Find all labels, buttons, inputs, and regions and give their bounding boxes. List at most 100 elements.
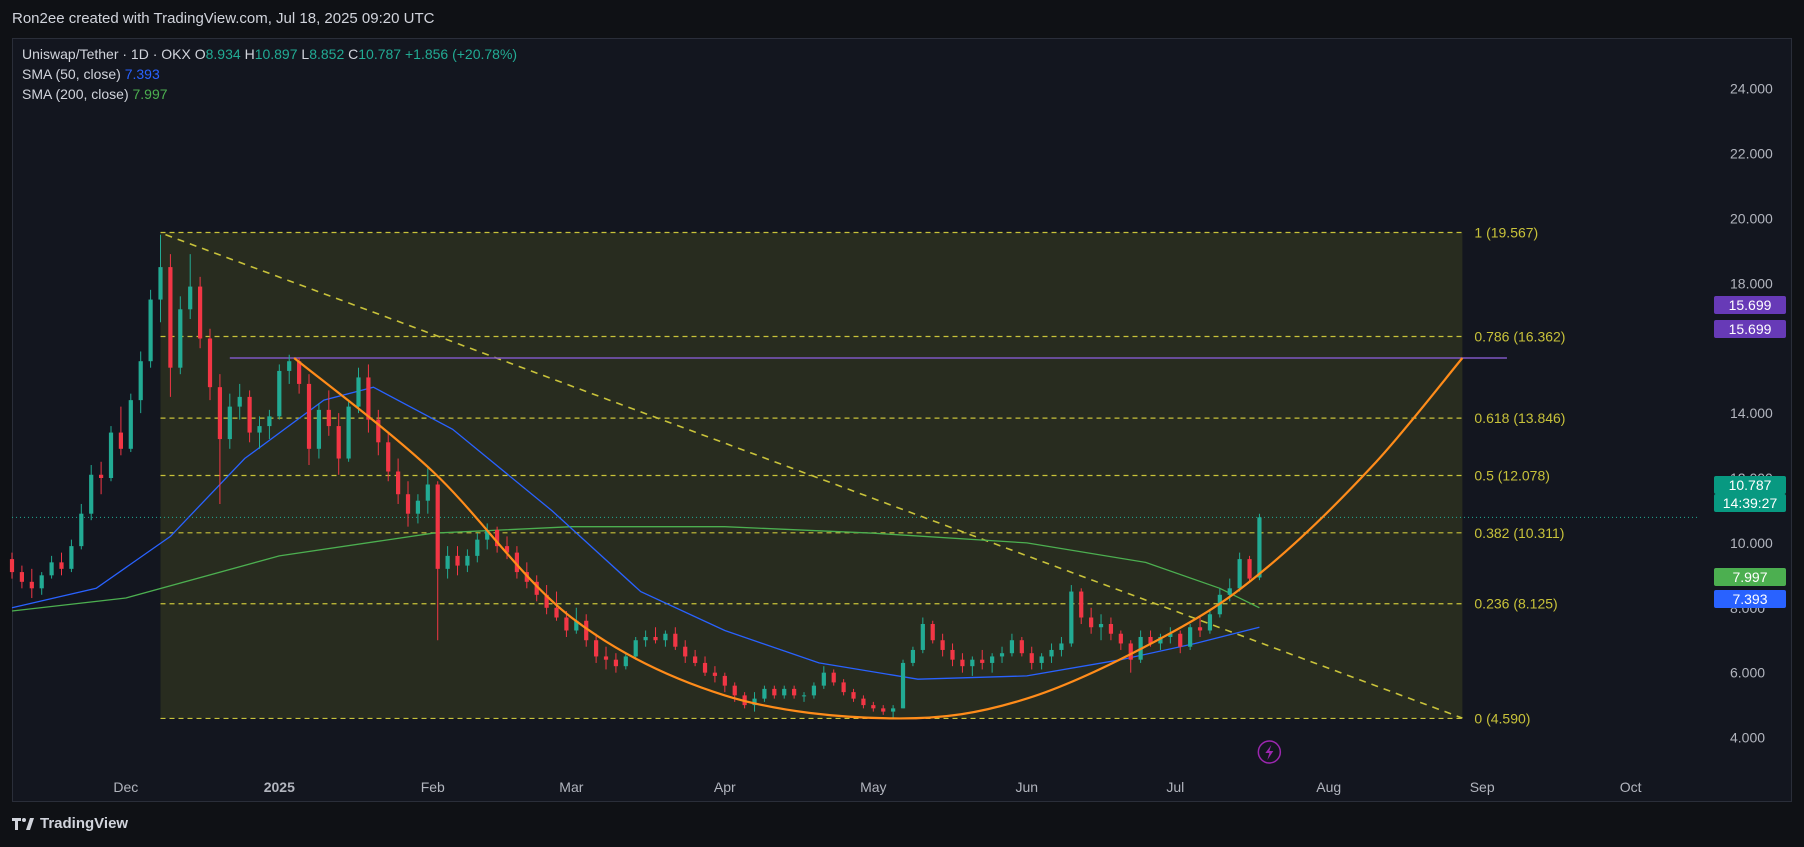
x-tick-label: Mar xyxy=(559,779,583,795)
candle-body xyxy=(673,633,678,647)
candle-body xyxy=(1009,640,1015,654)
high-label: H xyxy=(244,46,255,62)
candle-body xyxy=(1197,627,1203,631)
y-tick-label: 4.000 xyxy=(1730,730,1765,746)
candle-body xyxy=(564,617,569,631)
candle-body xyxy=(950,649,955,660)
candle-body xyxy=(1188,627,1193,647)
candle-body xyxy=(138,361,143,401)
footer-brand-label: TradingView xyxy=(40,815,129,832)
candle-body xyxy=(960,659,965,667)
fib-level-label: 0.236 (8.125) xyxy=(1474,596,1557,612)
candle-body xyxy=(158,267,163,300)
candle-body xyxy=(683,646,688,657)
y-tick-label: 14.000 xyxy=(1730,405,1773,421)
resistance-price-badge-2: 15.699 xyxy=(1714,320,1786,338)
candle-body xyxy=(1059,643,1064,650)
fib-level-label: 1 (19.567) xyxy=(1474,224,1538,240)
candle-body xyxy=(663,633,668,641)
candle-body xyxy=(1049,649,1054,657)
sma50-legend[interactable]: SMA (50, close) 7.393 xyxy=(22,66,160,82)
y-tick-label: 10.000 xyxy=(1730,535,1773,551)
candle-body xyxy=(277,370,282,417)
x-tick-label: Oct xyxy=(1620,779,1642,795)
footer-brand[interactable]: TradingView xyxy=(12,815,128,832)
x-tick-label: Feb xyxy=(421,779,445,795)
y-tick-label: 20.000 xyxy=(1730,210,1773,226)
candle-body xyxy=(356,377,361,407)
x-tick-label: Dec xyxy=(113,779,138,795)
sma200-price-badge: 7.997 xyxy=(1714,568,1786,586)
open-value: 8.934 xyxy=(205,46,241,62)
candle-body xyxy=(49,562,54,576)
countdown-badge: 14:39:27 xyxy=(1714,494,1786,512)
sma50-value: 7.393 xyxy=(124,66,160,82)
candle-body xyxy=(1108,624,1114,634)
candle-body xyxy=(1039,656,1044,663)
candle-body xyxy=(29,581,34,589)
x-tick-label: 2025 xyxy=(264,779,295,795)
candle-body xyxy=(1237,559,1242,589)
candle-body xyxy=(366,377,371,420)
fib-level-label: 0 (4.590) xyxy=(1474,710,1530,726)
tradingview-logo-icon xyxy=(12,817,34,830)
candle-body xyxy=(1118,633,1123,644)
candle-body xyxy=(693,656,698,663)
candle-body xyxy=(722,675,727,686)
x-tick-label: Apr xyxy=(714,779,736,795)
candle-body xyxy=(475,539,480,556)
candle-body xyxy=(990,656,995,663)
candle-body xyxy=(831,672,836,683)
candle-body xyxy=(396,471,401,495)
candle-body xyxy=(851,692,856,699)
close-value: 10.787 xyxy=(358,46,402,62)
candle-body xyxy=(792,688,797,696)
candle-body xyxy=(455,555,460,566)
candle-body xyxy=(1257,517,1262,578)
candle-body xyxy=(762,688,767,699)
candle-body xyxy=(881,708,886,712)
candle-body xyxy=(297,361,302,384)
candle-body xyxy=(900,662,906,709)
candle-body xyxy=(1207,614,1213,631)
candle-body xyxy=(801,695,807,697)
candle-body xyxy=(940,640,945,650)
fib-level-label: 0.382 (10.311) xyxy=(1474,525,1564,541)
candle-body xyxy=(1178,633,1183,647)
candle-body xyxy=(910,649,916,663)
candle-body xyxy=(425,484,430,501)
sma50-label: SMA (50, close) xyxy=(22,66,121,82)
x-tick-label: Aug xyxy=(1316,779,1341,795)
symbol-label: Uniswap/Tether · 1D · OKX xyxy=(22,46,191,62)
candle-body xyxy=(1029,653,1034,663)
low-value: 8.852 xyxy=(309,46,345,62)
candle-body xyxy=(445,555,450,569)
candle-body xyxy=(9,559,15,573)
candle-body xyxy=(782,688,787,696)
candle-body xyxy=(861,698,866,706)
candle-body xyxy=(287,361,292,371)
candle-body xyxy=(732,685,737,696)
candle-body xyxy=(1019,640,1024,654)
candle-body xyxy=(871,705,876,709)
candle-body xyxy=(108,432,114,478)
candle-body xyxy=(188,286,193,310)
candle-body xyxy=(336,426,341,459)
candle-body xyxy=(623,656,628,667)
y-tick-label: 18.000 xyxy=(1730,275,1773,291)
candle-body xyxy=(227,406,232,440)
x-tick-label: May xyxy=(860,779,886,795)
candle-body xyxy=(128,400,133,449)
lightning-bolt-shape xyxy=(1265,745,1274,760)
candle-body xyxy=(316,409,322,449)
candle-body xyxy=(198,286,203,339)
candle-body xyxy=(653,636,658,641)
x-tick-label: Jul xyxy=(1166,779,1184,795)
candle-body xyxy=(59,562,64,569)
candle-body xyxy=(702,662,708,673)
candle-body xyxy=(1128,643,1133,660)
candle-body xyxy=(435,484,440,569)
price-chart[interactable]: 4.0006.0008.00010.00012.00014.00018.0002… xyxy=(0,0,1804,847)
sma200-legend[interactable]: SMA (200, close) 7.997 xyxy=(22,86,168,102)
candle-body xyxy=(267,416,272,427)
